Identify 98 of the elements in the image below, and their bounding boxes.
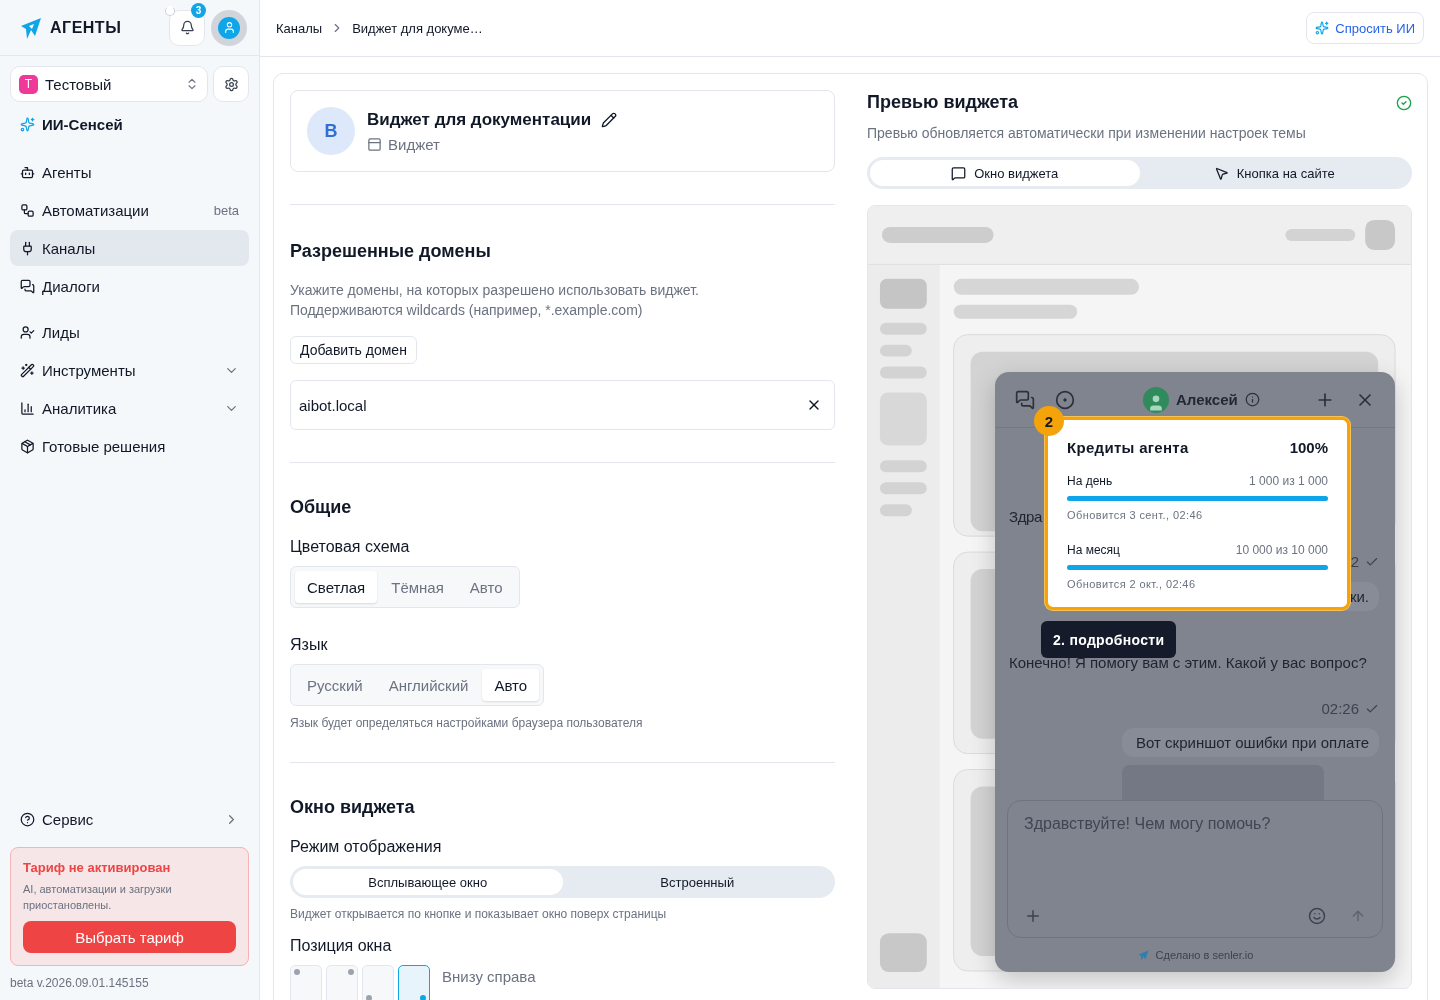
widget-icon (367, 136, 382, 152)
renew-text: Обновится 3 сент., 02:46 (1067, 509, 1204, 521)
segment-option[interactable]: Авто (457, 571, 515, 603)
notification-count: 3 (191, 2, 206, 18)
breadcrumb-link[interactable]: Каналы (276, 20, 323, 36)
sparkle-icon (1315, 21, 1330, 35)
preview-title: Превью виджета (867, 92, 1019, 113)
section-title: Общие (290, 497, 353, 518)
message-time: 02:26 (1321, 700, 1359, 717)
tour-tooltip: 2. подробности (1041, 621, 1177, 658)
profile-button[interactable] (211, 9, 247, 46)
alert-text: AI, автоматизации и загрузки приостановлены. (23, 882, 173, 913)
field-label: Режим отображения (290, 838, 443, 856)
target-icon[interactable] (1055, 389, 1075, 410)
credits-value: 10 000 из 10 000 (1235, 543, 1328, 557)
info-icon[interactable] (1244, 392, 1260, 407)
breadcrumb-link[interactable]: Виджет для докуме… (352, 20, 483, 36)
chat-icon (951, 165, 967, 181)
help-icon (20, 811, 35, 827)
workspace-initial: Т (19, 74, 38, 94)
field-label: Позиция окна (290, 937, 393, 955)
section-title: Окно виджета (290, 797, 416, 818)
loading-icon (165, 5, 175, 16)
magic-wand-icon (20, 362, 35, 378)
segment-option[interactable]: Светлая (295, 571, 378, 603)
nav-item[interactable]: Лиды (10, 314, 249, 350)
credits-label: На день (1067, 474, 1113, 488)
bell-icon (179, 20, 195, 35)
user-check-icon (20, 324, 35, 340)
logo-text: АГЕНТЫ (50, 18, 123, 37)
chat-icon (20, 278, 35, 294)
position-option[interactable] (398, 965, 430, 1000)
version-text: beta v.2026.09.01.145155 (10, 976, 150, 990)
toggle-option[interactable]: Встроенный (562, 869, 832, 895)
beta-label: beta (213, 202, 239, 218)
check-circle-icon (1396, 94, 1412, 111)
segment-option[interactable]: Русский (295, 669, 375, 701)
logo-icon (1136, 948, 1150, 962)
preview-tab[interactable]: Окно виджета (870, 160, 1140, 186)
field-label: Язык (290, 636, 329, 654)
emoji-icon[interactable] (1308, 907, 1326, 925)
cursor-icon (1213, 165, 1229, 181)
renew-text: Обновится 2 окт., 02:46 (1067, 578, 1197, 590)
credits-title: Кредиты агента (1067, 439, 1189, 456)
send-icon[interactable] (1350, 908, 1366, 924)
credits-label: На месяц (1067, 543, 1120, 557)
preview-tab[interactable]: Кнопка на сайте (1139, 160, 1409, 186)
domain-text: aibot.local (299, 396, 368, 414)
operator-avatar (1143, 386, 1169, 413)
sparkle-icon (20, 116, 35, 132)
plus-icon[interactable] (1024, 907, 1042, 925)
widget-title: Виджет для документации (367, 109, 592, 130)
message-bubble: Вот скриншот ошибки при оплате (1122, 728, 1379, 757)
settings-button[interactable] (213, 66, 249, 102)
user-icon (222, 21, 236, 34)
nav-item[interactable]: Готовые решения (10, 428, 249, 464)
credits-value: 1 000 из 1 000 (1249, 474, 1328, 488)
nav-item[interactable]: Автоматизации beta (10, 192, 249, 228)
add-domain-button[interactable]: Добавить домен (290, 336, 417, 364)
operator-name: Алексей (1176, 391, 1238, 408)
language-hint: Язык будет определяться настройками браузера пользователя (290, 716, 644, 730)
workflow-icon (20, 202, 35, 218)
message-text: Здра (1009, 508, 1042, 525)
ask-ai-button[interactable]: Спросить ИИ (1306, 12, 1424, 44)
message-input[interactable]: Здравствуйте! Чем могу помочь? (1024, 815, 1366, 833)
nav-item[interactable]: Инструменты (10, 352, 249, 388)
service-item[interactable]: Сервис (10, 801, 249, 837)
field-label: Цветовая схема (290, 538, 411, 556)
widget-avatar: В (307, 107, 355, 155)
plug-icon (20, 240, 35, 256)
nav-item[interactable]: Аналитика (10, 390, 249, 426)
display-mode-hint: Виджет открывается по кнопке и показывает окно поверх страницы (290, 907, 668, 921)
nav-item[interactable]: Агенты (10, 154, 249, 190)
widget-type: Виджет (388, 135, 440, 153)
segment-option[interactable]: Английский (376, 669, 481, 701)
chats-icon[interactable] (1015, 389, 1035, 410)
workspace-select[interactable]: Т Тестовый (10, 66, 208, 102)
step-badge: 2 (1034, 406, 1064, 436)
alert-title: Тариф не активирован (23, 860, 172, 875)
bar-chart-icon (20, 400, 35, 416)
section-title: Разрешенные домены (290, 241, 492, 262)
ai-assistant-item[interactable]: ИИ-Сенсей (10, 106, 249, 142)
edit-icon[interactable] (601, 111, 618, 128)
nav-item[interactable]: Каналы (10, 230, 249, 266)
segment-option[interactable]: Авто (482, 669, 540, 701)
credits-total: 100% (1289, 439, 1328, 456)
preview-subtitle: Превью обновляется автоматически при изменении настроек темы (867, 125, 1307, 141)
settings-icon (223, 76, 239, 92)
domains-description: Укажите домены, на которых разрешено использовать виджет. Поддерживаются wildcards (например, *.example.com) (290, 281, 700, 320)
segment-option[interactable]: Тёмная (379, 571, 456, 603)
message-time: 2 (1350, 553, 1359, 570)
toggle-option[interactable]: Всплывающее окно (293, 869, 563, 895)
powered-by-text: Сделано в senler.io (1155, 949, 1254, 961)
robot-icon (20, 164, 35, 180)
position-value: Внизу справа (442, 968, 536, 985)
nav-item[interactable]: Диалоги (10, 268, 249, 304)
box-icon (20, 438, 35, 454)
choose-plan-button[interactable]: Выбрать тариф (23, 921, 236, 953)
